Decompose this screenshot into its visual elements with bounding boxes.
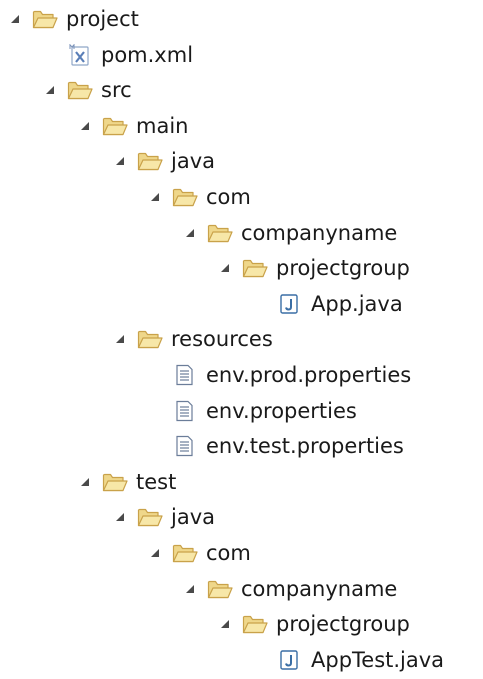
folder-icon <box>32 8 58 30</box>
expand-arrow-icon[interactable] <box>218 261 232 275</box>
folder-icon <box>102 115 128 137</box>
folder-icon <box>137 150 163 172</box>
tree-item-com[interactable]: com <box>148 182 251 212</box>
tree-item-label: projectgroup <box>276 256 410 281</box>
tree-item-src[interactable]: src <box>43 75 132 105</box>
project-explorer-tree: project pom.xml src main java com companyname p… <box>0 0 483 679</box>
tree-item-label: env.test.properties <box>206 434 404 459</box>
tree-item-label: resources <box>171 327 273 352</box>
expand-arrow-icon[interactable] <box>148 546 162 560</box>
tree-item-com[interactable]: com <box>148 538 251 568</box>
properties-file-icon <box>172 400 198 422</box>
tree-item-projectgroup[interactable]: projectgroup <box>218 253 410 283</box>
tree-item-resources[interactable]: resources <box>113 324 273 354</box>
folder-icon <box>137 328 163 350</box>
tree-item-label: projectgroup <box>276 612 410 637</box>
folder-icon <box>172 542 198 564</box>
tree-item-label: AppTest.java <box>311 647 445 672</box>
tree-item-label: test <box>136 469 177 494</box>
tree-item-label: env.properties <box>206 398 357 423</box>
tree-item-env-test-properties[interactable]: env.test.properties <box>172 431 404 461</box>
tree-item-env-prod-properties[interactable]: env.prod.properties <box>172 360 411 390</box>
tree-item-label: pom.xml <box>101 42 194 67</box>
expand-arrow-icon[interactable] <box>113 332 127 346</box>
tree-item-label: env.prod.properties <box>206 363 412 387</box>
folder-icon <box>172 186 198 208</box>
tree-item-java[interactable]: java <box>113 502 215 532</box>
tree-item-app-java[interactable]: App.java <box>277 289 403 319</box>
expand-arrow-icon[interactable] <box>78 119 92 133</box>
tree-item-label: project <box>66 7 139 31</box>
tree-item-label: com <box>206 185 251 209</box>
tree-item-label: main <box>136 113 189 138</box>
expand-arrow-icon[interactable] <box>78 475 92 489</box>
tree-item-env-properties[interactable]: env.properties <box>172 396 357 426</box>
properties-file-icon <box>172 435 198 457</box>
folder-icon <box>207 222 233 244</box>
tree-item-companyname[interactable]: companyname <box>183 218 397 248</box>
expand-arrow-icon[interactable] <box>183 226 197 240</box>
expand-arrow-icon[interactable] <box>8 12 22 26</box>
folder-icon <box>102 471 128 493</box>
folder-icon <box>207 578 233 600</box>
expand-arrow-icon[interactable] <box>43 83 57 97</box>
tree-item-label: java <box>171 149 215 174</box>
tree-item-main[interactable]: main <box>78 111 188 141</box>
folder-icon <box>242 257 268 279</box>
tree-item-label: companyname <box>241 220 398 245</box>
xml-file-icon <box>67 43 93 66</box>
tree-item-pom-xml[interactable]: pom.xml <box>67 40 193 70</box>
tree-item-label: com <box>206 541 251 565</box>
java-file-icon <box>277 649 303 671</box>
expand-arrow-icon[interactable] <box>218 617 232 631</box>
tree-item-companyname[interactable]: companyname <box>183 574 397 604</box>
tree-item-projectgroup[interactable]: projectgroup <box>218 609 410 639</box>
tree-item-label: companyname <box>241 576 398 601</box>
java-file-icon <box>277 293 303 315</box>
folder-icon <box>137 506 163 528</box>
folder-icon <box>67 79 93 101</box>
expand-arrow-icon[interactable] <box>148 190 162 204</box>
expand-arrow-icon[interactable] <box>183 582 197 596</box>
folder-icon <box>242 613 268 635</box>
tree-item-java[interactable]: java <box>113 146 215 176</box>
tree-item-test[interactable]: test <box>78 467 176 497</box>
tree-item-label: java <box>171 505 215 530</box>
tree-item-label: App.java <box>311 291 403 316</box>
expand-arrow-icon[interactable] <box>113 510 127 524</box>
expand-arrow-icon[interactable] <box>113 154 127 168</box>
tree-item-label: src <box>101 78 132 103</box>
properties-file-icon <box>172 364 198 386</box>
tree-item-apptest-java[interactable]: AppTest.java <box>277 645 444 675</box>
tree-item-project[interactable]: project <box>8 4 139 34</box>
